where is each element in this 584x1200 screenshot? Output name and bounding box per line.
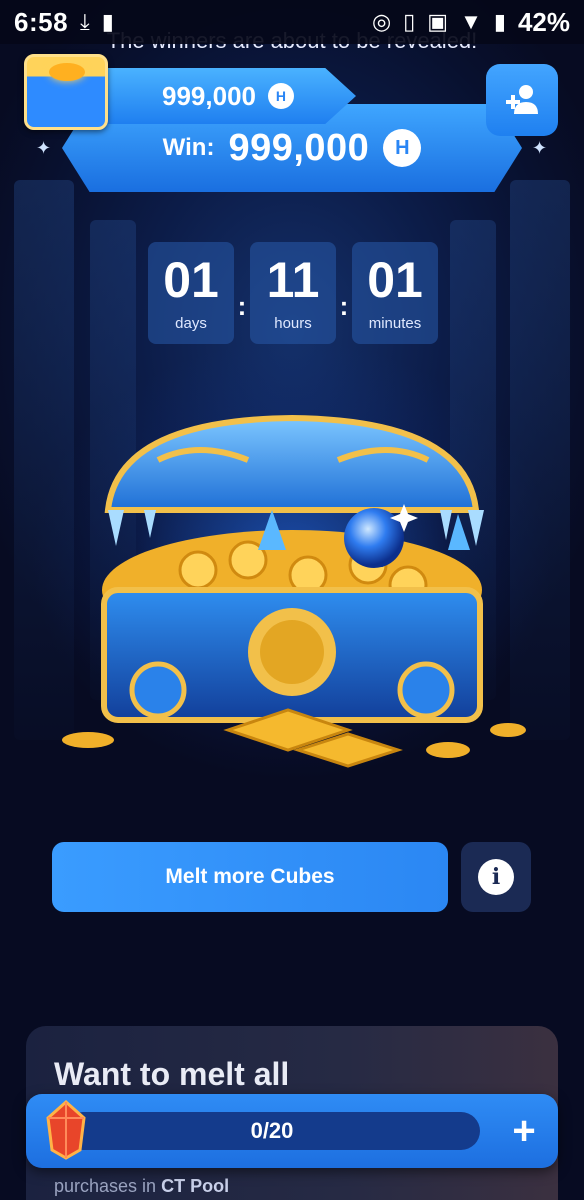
win-value: 999,000: [228, 126, 370, 169]
coin-icon: H: [383, 129, 422, 167]
sparkle-icon: ✦: [532, 138, 548, 158]
voicemail-icon: ▣: [427, 9, 449, 34]
countdown-minutes: 01 minutes: [352, 242, 438, 344]
melt-more-cubes-button[interactable]: Melt more Cubes: [52, 842, 448, 912]
minutes-label: minutes: [368, 314, 422, 332]
countdown-separator: :: [339, 290, 349, 321]
info-icon: i: [478, 859, 514, 895]
balance-value: 999,000: [162, 80, 256, 111]
download-icon: ⤓: [80, 9, 90, 34]
nfc-icon: ◎: [371, 9, 392, 34]
battery-percent: 42%: [517, 6, 570, 37]
sd-card-icon: ▮: [101, 9, 114, 34]
hours-value: 11: [266, 251, 320, 308]
status-bar: 6:58 ⤓ ▮ ◎ ▯ ▣ ▼ ▮ 42%: [0, 0, 584, 44]
cube-progress-bar: 0/20 +: [26, 1094, 558, 1168]
promo-subtitle: purchases in CT Pool: [54, 1176, 229, 1197]
days-label: days: [175, 314, 207, 332]
treasure-chest-illustration: [62, 414, 526, 768]
promo-subtitle-text: purchases in: [54, 1176, 157, 1196]
add-friend-button[interactable]: [486, 64, 558, 136]
countdown-separator: :: [237, 290, 247, 321]
hours-label: hours: [274, 314, 312, 332]
red-gem-icon: [46, 1100, 86, 1160]
countdown-hours: 11 hours: [250, 242, 336, 344]
sparkle-icon: ✦: [36, 138, 52, 158]
balance-pill[interactable]: 999,000 H: [100, 68, 356, 124]
plus-icon: +: [512, 1108, 536, 1153]
info-button[interactable]: i: [461, 842, 531, 912]
win-label: Win:: [162, 134, 215, 161]
add-cubes-button[interactable]: +: [496, 1104, 552, 1158]
days-value: 01: [163, 251, 219, 308]
battery-icon: ▮: [493, 9, 506, 34]
promo-subtitle-highlight: CT Pool: [161, 1176, 230, 1196]
wifi-icon: ▼: [460, 9, 482, 34]
countdown-timer: 01 days : 11 hours : 01 minutes: [148, 242, 438, 344]
promo-title: Want to melt all: [54, 1056, 290, 1092]
status-time: 6:58: [14, 6, 69, 37]
countdown-days: 01 days: [148, 242, 234, 344]
add-user-icon: [506, 85, 538, 114]
vibrate-icon: ▯: [403, 9, 416, 34]
treasure-chest-icon[interactable]: [24, 54, 108, 130]
minutes-value: 01: [367, 251, 423, 308]
progress-text: 0/20: [250, 1118, 294, 1143]
coin-icon: H: [267, 83, 294, 109]
